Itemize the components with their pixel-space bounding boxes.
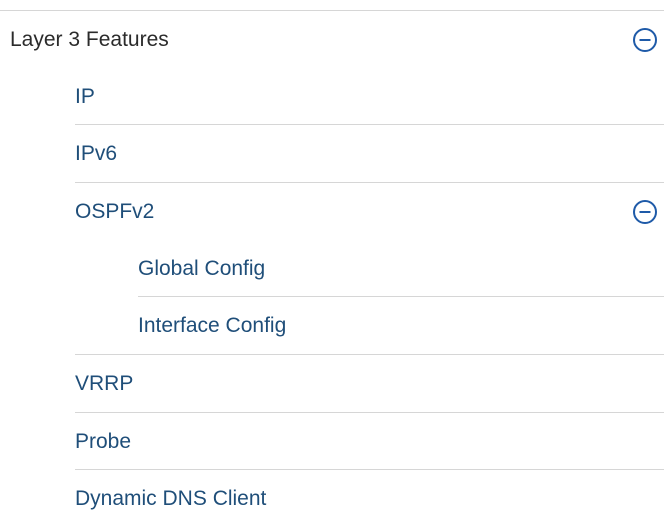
nav-item-probe[interactable]: Probe (75, 413, 664, 470)
nav-item-label: IPv6 (75, 142, 118, 165)
nav-item-global-config[interactable]: Global Config (138, 240, 664, 297)
section-label: Layer 3 Features (10, 28, 169, 51)
section-layer3-features[interactable]: Layer 3 Features (0, 11, 664, 68)
nav-item-label: IP (75, 85, 95, 108)
nav-item-label: Global Config (138, 257, 266, 280)
minus-circle-icon[interactable] (632, 199, 658, 225)
nav-item-label: OSPFv2 (75, 200, 155, 223)
nav-item-label: Interface Config (138, 314, 287, 337)
nav-item-label: Probe (75, 430, 132, 453)
layer3-navigation-tree: Layer 3 Features IP IPv6 OSPFv2 Global C… (0, 0, 664, 511)
nav-item-ospfv2[interactable]: OSPFv2 (75, 183, 664, 240)
nav-item-interface-config[interactable]: Interface Config (138, 297, 664, 354)
minus-circle-icon[interactable] (632, 27, 658, 53)
nav-item-vrrp[interactable]: VRRP (75, 355, 664, 412)
nav-item-label: Dynamic DNS Client (75, 487, 267, 510)
nav-item-dynamic-dns-client[interactable]: Dynamic DNS Client (75, 470, 664, 527)
nav-item-label: VRRP (75, 372, 134, 395)
nav-item-ip[interactable]: IP (75, 68, 664, 125)
nav-item-ipv6[interactable]: IPv6 (75, 125, 664, 182)
